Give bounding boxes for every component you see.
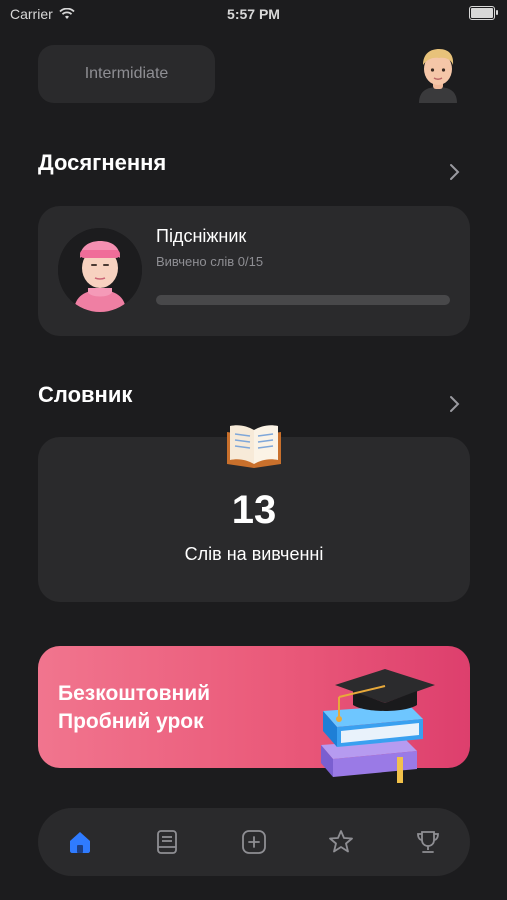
trophy-icon [417, 831, 439, 853]
achievement-avatar [58, 228, 142, 312]
dictionary-title: Словник [38, 382, 133, 407]
graduation-cap-books-icon [321, 669, 435, 783]
bottom-tab-bar [38, 808, 470, 876]
promo-text: Безкоштовний Пробний урок [58, 680, 210, 736]
achievement-progress-text: Вивчено слів 0/15 [156, 254, 264, 269]
level-button[interactable]: Intermidiate [38, 45, 215, 103]
add-square-icon [242, 830, 266, 854]
promo-line-1: Безкоштовний [58, 682, 211, 705]
achievements-title: Досягнення [38, 150, 167, 175]
star-badge-icon [329, 830, 353, 853]
tab-home[interactable] [60, 822, 100, 862]
battery-icon [469, 6, 498, 20]
status-time: 5:57 PM [227, 6, 280, 22]
book-list-icon [157, 830, 177, 854]
achievement-card[interactable]: Підсніжник Вивчено слів 0/15 [38, 206, 470, 336]
tab-achievements[interactable] [321, 822, 361, 862]
snowdrop-character-icon [58, 228, 142, 312]
level-label: Intermidiate [84, 65, 169, 82]
user-avatar-icon [419, 49, 457, 103]
achievement-progress-bar [156, 295, 450, 305]
open-book-icon [227, 425, 281, 468]
tab-add[interactable] [234, 822, 274, 862]
promo-line-2: Пробний урок [58, 710, 204, 733]
achievement-name: Підсніжник [156, 226, 247, 246]
status-bar: Carrier 5:57 PM [0, 0, 507, 28]
tab-trophy[interactable] [408, 822, 448, 862]
free-trial-lesson-banner[interactable]: Безкоштовний Пробний урок [38, 646, 470, 783]
achievements-chevron-right-icon[interactable] [446, 162, 462, 182]
dictionary-label: Слів на вивченні [184, 544, 324, 564]
dictionary-chevron-right-icon[interactable] [446, 394, 462, 414]
tab-dictionary[interactable] [147, 822, 187, 862]
home-icon [70, 832, 90, 853]
dictionary-word-count: 13 [231, 488, 277, 532]
profile-avatar[interactable] [415, 45, 461, 103]
